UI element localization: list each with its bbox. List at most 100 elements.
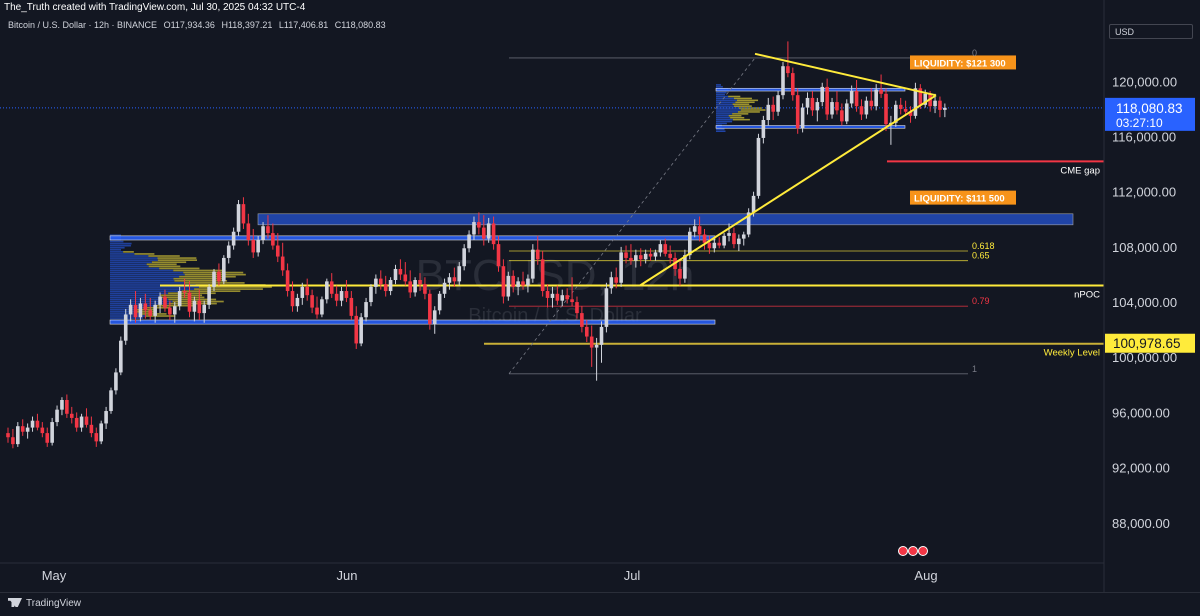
zone-consolidation-bottom [715,125,906,129]
candle-body [776,95,780,112]
price-tick-label: 88,000.00 [1112,516,1170,531]
volume-profile-bar [716,109,741,111]
candle-body [805,97,810,108]
candle-body [109,390,113,412]
candle-body [177,291,182,307]
candle-body [114,372,118,391]
chart-canvas[interactable]: BTCUSD, 12hBitcoin / U.S. Dollar LIQUIDI… [0,0,1200,615]
candle-body [938,100,942,110]
volume-profile-bar [110,306,144,309]
volume-profile-value-bar [146,263,177,266]
candle-body [388,280,393,292]
candle-body [197,300,202,314]
volume-profile-bar [716,111,738,113]
volume-profile-value-bar [732,103,750,105]
creator-credit: The_Truth created with TradingView.com, … [4,2,306,13]
event-marker-icon [898,546,908,556]
price-tick-label: 96,000.00 [1112,405,1170,420]
volume-profile-value-bar [737,99,759,102]
tradingview-logo[interactable]: TradingView [8,598,81,609]
volume-profile-bar [716,103,733,105]
candle-body [280,256,285,271]
candle-body [349,297,354,316]
candle-body [344,291,349,298]
volume-profile-bar [716,113,733,115]
candle-body [943,107,947,110]
volume-profile-bar [110,292,169,295]
volume-profile-bar [716,97,734,100]
fib-label: 0.618 [972,241,995,251]
annotation-labels: LIQUIDITY: $121 300 LIQUIDITY: $111 500 CM… [910,48,1100,374]
candle-body [35,420,40,428]
candle-body [658,244,663,253]
volume-profile-bar [716,99,738,102]
candle-body [648,253,653,257]
price-axis[interactable]: 120,000.00 116,000.00 112,000.00 108,000.00… [1103,0,1200,592]
candle-body [168,307,172,315]
candle-body [472,222,476,235]
candle-body [428,293,432,325]
candle-body [6,433,10,438]
symbol-name[interactable]: Bitcoin / U.S. Dollar · 12h · BINANCE [8,20,157,30]
candle-body [751,195,756,213]
time-axis[interactable]: May Jun Jul Aug [0,546,1104,584]
zone-range-top-zone [257,213,1074,226]
volume-profile-bar [716,122,727,125]
candle-body [290,291,295,307]
volume-profile-value-bar [148,255,180,257]
candle-body [359,317,363,344]
candle-body [810,97,815,111]
candle-body [418,280,422,285]
brand-label: TradingView [26,598,82,609]
candle-body [580,313,584,327]
volume-profile-bar [716,95,729,98]
price-tick-label: 116,000.00 [1112,130,1176,145]
volume-profile-bar [110,288,195,290]
candle-body [560,295,565,301]
candle-body [339,291,344,301]
watermark: BTCUSD, 12hBitcoin / U.S. Dollar [416,251,695,327]
candle-body [692,226,697,232]
currency-selector[interactable]: USD [1109,24,1193,39]
candle-body [884,93,888,125]
candle-body [717,242,722,246]
volume-profile-bar [110,246,125,249]
time-tick-label: Jun [337,568,358,583]
candle-body [737,238,741,245]
candle-body [163,296,167,308]
price-tick-label: 108,000.00 [1112,240,1177,255]
candle-body [634,255,638,261]
candle-body [903,108,908,112]
candle-body [119,340,123,373]
fib-label: 1 [972,364,977,374]
volume-profile-bar [110,244,131,247]
candle-body [89,424,94,434]
candle-body [374,278,378,287]
volume-profile-bar [110,269,174,272]
candle-body [879,89,883,94]
candle-body [74,417,79,428]
chart-window: BTCUSD, 12h Bitcoin / U.S. Dollar LIQUIDI… [0,0,1200,616]
volume-profile-value-bar [161,296,205,299]
price-tick-label: 104,000.00 [1112,295,1177,310]
candle-body [825,86,829,115]
volume-profile-value-bar [134,253,155,255]
volume-profile-bar [110,265,149,268]
candle-body [663,244,668,254]
candle-body [501,266,506,297]
candle-body [599,326,604,345]
candle-body [781,66,785,96]
candle-body [854,91,859,107]
candle-body [123,314,128,341]
candle-body [668,253,672,258]
volume-profile-bar [716,128,725,131]
volume-profile-value-bar [732,118,750,121]
candle-body [584,326,589,337]
candle-body [295,297,300,307]
ohlc-high: H118,397.21 [221,20,273,30]
candle-body [231,231,236,246]
candle-body [256,240,260,253]
candle-body [148,310,153,316]
candle-body [364,302,368,318]
npoc-label: nPOC [1074,290,1100,301]
